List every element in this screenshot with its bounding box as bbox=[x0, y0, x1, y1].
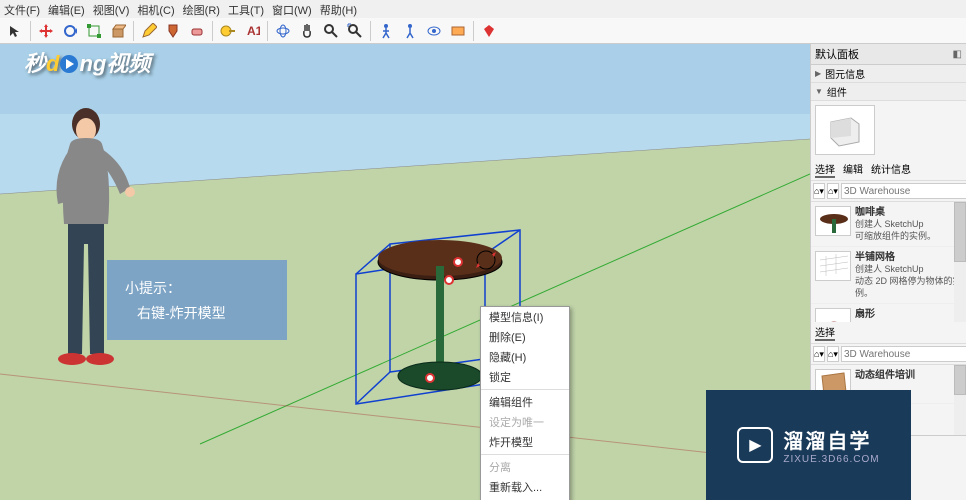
menu-help[interactable]: 帮助(H) bbox=[320, 2, 357, 16]
menu-draw[interactable]: 绘图(R) bbox=[183, 2, 220, 16]
lower-tabs: 选择 bbox=[811, 322, 966, 344]
details-icon[interactable]: ⌂▾ bbox=[813, 183, 825, 199]
banner-title: 溜溜自学 bbox=[783, 425, 879, 454]
tape-tool[interactable] bbox=[217, 20, 239, 42]
menu-item[interactable]: 隐藏(H) bbox=[481, 347, 569, 367]
lower-controls: ⌂▾ ⌂▾ 🔍 bbox=[811, 344, 966, 365]
menu-window[interactable]: 窗口(W) bbox=[272, 2, 312, 16]
search-input[interactable] bbox=[841, 183, 966, 199]
position-camera-tool[interactable] bbox=[399, 20, 421, 42]
orbit-tool[interactable] bbox=[272, 20, 294, 42]
menu-item[interactable]: 炸开模型 bbox=[481, 432, 569, 452]
entity-info-label: 图元信息 bbox=[825, 66, 865, 81]
pushpull-tool[interactable] bbox=[107, 20, 129, 42]
menu-tools[interactable]: 工具(T) bbox=[228, 2, 264, 16]
eraser-tool[interactable] bbox=[186, 20, 208, 42]
item-info: 扇形动态组件培训 bbox=[855, 308, 962, 322]
move-tool[interactable] bbox=[35, 20, 57, 42]
select-tool[interactable] bbox=[4, 20, 26, 42]
components-label: 组件 bbox=[827, 84, 847, 99]
menu-item: 分离 bbox=[481, 457, 569, 477]
svg-text:A1: A1 bbox=[247, 24, 260, 38]
menu-view[interactable]: 视图(V) bbox=[93, 2, 130, 16]
banner-play-icon: ▶ bbox=[737, 427, 773, 463]
item-thumb bbox=[815, 308, 851, 322]
menu-item[interactable]: 模型信息(I) bbox=[481, 307, 569, 327]
bottom-banner: ▶ 溜溜自学 ZIXUE.3D66.COM bbox=[706, 390, 911, 500]
ruby-tool[interactable] bbox=[478, 20, 500, 42]
collapse-icon bbox=[815, 86, 823, 97]
menu-edit[interactable]: 编辑(E) bbox=[48, 2, 85, 16]
rotate-tool[interactable] bbox=[59, 20, 81, 42]
tab-edit[interactable]: 编辑 bbox=[843, 161, 863, 178]
pencil-tool[interactable] bbox=[138, 20, 160, 42]
tab-select[interactable]: 选择 bbox=[815, 161, 835, 178]
menu-item: 设定为唯一 bbox=[481, 412, 569, 432]
item-info: 半铺网格创建人 SketchUp动态 2D 网格停为物体的实例。 bbox=[855, 251, 962, 299]
tip-title: 小提示： bbox=[125, 276, 269, 301]
menu-file[interactable]: 文件(F) bbox=[4, 2, 40, 16]
component-item[interactable]: 扇形动态组件培训 bbox=[811, 304, 966, 322]
separator bbox=[30, 21, 31, 41]
tray-header[interactable]: 默认面板 ◧ bbox=[811, 44, 966, 65]
zoom-tool[interactable] bbox=[320, 20, 342, 42]
tip-box: 小提示： 右键-炸开模型 bbox=[107, 260, 287, 340]
text-tool[interactable]: A1 bbox=[241, 20, 263, 42]
menu-camera[interactable]: 相机(C) bbox=[137, 2, 174, 16]
viewport-container: 秒dng视频 小提示： 右键-炸开模型 模型信息(I)删除(E)隐藏(H)锁定编… bbox=[0, 44, 810, 500]
separator bbox=[481, 454, 569, 455]
home-icon[interactable]: ⌂▾ bbox=[827, 346, 839, 362]
expand-icon bbox=[815, 68, 821, 79]
separator bbox=[370, 21, 371, 41]
tab-select-lower[interactable]: 选择 bbox=[815, 324, 835, 341]
component-controls: ⌂▾ ⌂▾ 🔍 bbox=[811, 181, 966, 202]
components-header[interactable]: 组件 bbox=[811, 83, 966, 101]
scale-tool[interactable] bbox=[83, 20, 105, 42]
tip-body: 右键-炸开模型 bbox=[125, 301, 269, 326]
tray-pin-icon[interactable]: ◧ bbox=[953, 49, 962, 60]
separator bbox=[212, 21, 213, 41]
search-input-lower[interactable] bbox=[841, 346, 966, 362]
zoom-extents-tool[interactable] bbox=[344, 20, 366, 42]
section-tool[interactable] bbox=[447, 20, 469, 42]
look-around-tool[interactable] bbox=[423, 20, 445, 42]
separator bbox=[481, 389, 569, 390]
separator bbox=[267, 21, 268, 41]
menu-item[interactable]: 锁定 bbox=[481, 367, 569, 387]
banner-url: ZIXUE.3D66.COM bbox=[783, 454, 879, 465]
menu-item[interactable]: 编辑组件 bbox=[481, 392, 569, 412]
menu-item[interactable]: 删除(E) bbox=[481, 327, 569, 347]
item-info: 咖啡桌创建人 SketchUp可缩放组件的实例。 bbox=[855, 206, 962, 242]
home-icon[interactable]: ⌂▾ bbox=[827, 183, 839, 199]
menu-item[interactable]: 重新载入... bbox=[481, 477, 569, 497]
context-menu: 模型信息(I)删除(E)隐藏(H)锁定编辑组件设定为唯一炸开模型分离重新载入..… bbox=[480, 306, 570, 500]
menu-bar: 文件(F) 编辑(E) 视图(V) 相机(C) 绘图(R) 工具(T) 窗口(W… bbox=[0, 0, 966, 18]
item-thumb bbox=[815, 251, 851, 281]
component-preview bbox=[815, 105, 875, 155]
scrollbar[interactable] bbox=[954, 365, 966, 435]
paint-tool[interactable] bbox=[162, 20, 184, 42]
component-item[interactable]: 半铺网格创建人 SketchUp动态 2D 网格停为物体的实例。 bbox=[811, 247, 966, 304]
toolbar: A1 bbox=[0, 18, 966, 44]
component-item[interactable]: 咖啡桌创建人 SketchUp可缩放组件的实例。 bbox=[811, 202, 966, 247]
item-thumb bbox=[815, 206, 851, 236]
component-tabs: 选择 编辑 统计信息 bbox=[811, 159, 966, 181]
scrollbar[interactable] bbox=[954, 202, 966, 322]
watermark-logo: 秒dng视频 bbox=[24, 46, 150, 78]
entity-info-header[interactable]: 图元信息 bbox=[811, 65, 966, 83]
pan-tool[interactable] bbox=[296, 20, 318, 42]
tab-stats[interactable]: 统计信息 bbox=[871, 161, 911, 178]
separator bbox=[133, 21, 134, 41]
walk-tool[interactable] bbox=[375, 20, 397, 42]
separator bbox=[473, 21, 474, 41]
tray-title: 默认面板 bbox=[815, 46, 859, 62]
details-icon[interactable]: ⌂▾ bbox=[813, 346, 825, 362]
